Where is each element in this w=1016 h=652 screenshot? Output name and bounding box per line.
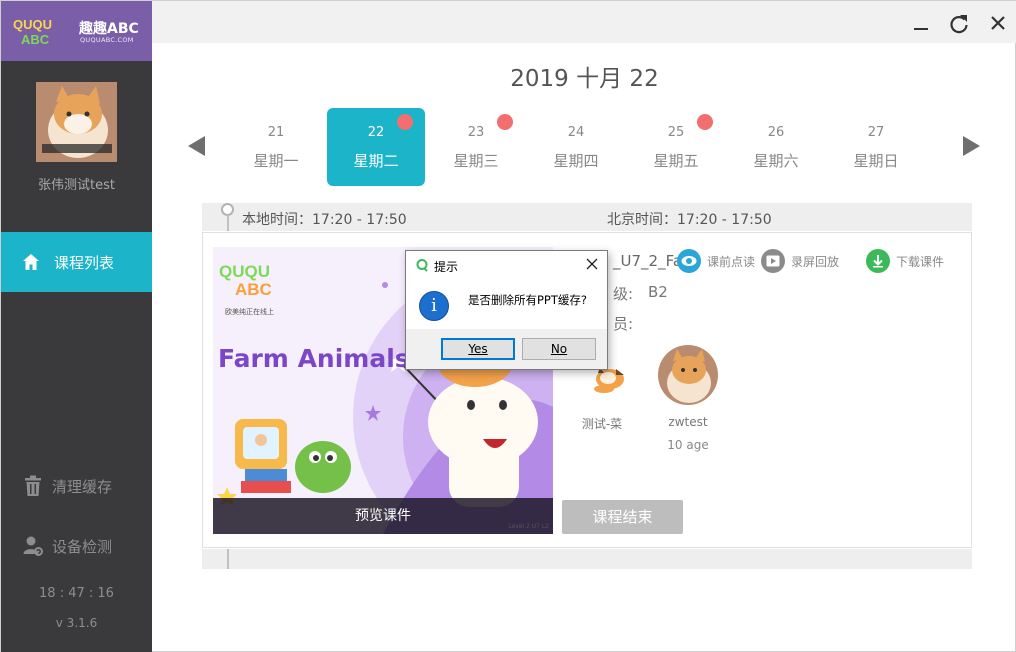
sidebar: QUQU ABC 趣趣ABC QUQUABC.COM 张伟测试test 课程列表… — [1, 1, 152, 652]
user-gear-icon — [23, 536, 43, 556]
home-icon — [23, 254, 39, 270]
local-time: 本地时间：17:20 - 17:50 — [242, 212, 407, 228]
clear-cache-button[interactable]: 清理缓存 — [1, 466, 152, 506]
lesson-indicator-dot — [697, 114, 713, 130]
dialog-no-button[interactable]: No — [522, 338, 596, 360]
dialog-message: 是否删除所有PPT缓存? — [468, 293, 587, 307]
member-age: 10 age — [667, 438, 709, 452]
timeline-line — [227, 549, 229, 569]
day-weekday: 星期四 — [553, 152, 599, 170]
lesson-indicator-dot — [497, 114, 513, 130]
title-bar — [152, 1, 1016, 43]
nav-course-list[interactable]: 课程列表 — [1, 232, 152, 292]
cover-level: Level 2 U7 L2 — [508, 523, 549, 530]
clock: 18 : 47 : 16 — [39, 586, 114, 601]
trash-icon — [25, 475, 41, 496]
cat-avatar-icon — [658, 345, 718, 405]
eye-icon — [677, 249, 701, 273]
download-icon — [866, 249, 890, 273]
next-week-arrow-icon[interactable] — [963, 136, 980, 156]
member-name: 测试-菜 — [581, 417, 623, 431]
app-version: v 3.1.6 — [55, 616, 98, 630]
member-name: zwtest — [668, 415, 708, 429]
app-window: QUQU ABC 趣趣ABC QUQUABC.COM 张伟测试test 课程列表… — [0, 0, 1016, 652]
member-item[interactable]: zwtest 10 age — [648, 345, 728, 452]
date-title: 2019 十月 22 — [510, 66, 659, 92]
beijing-time: 北京时间：17:20 - 17:50 — [607, 212, 772, 228]
timeline-line — [227, 215, 229, 231]
timeline-bottom — [202, 549, 972, 569]
grade-value: B2 — [648, 283, 668, 301]
day-weekday: 星期二 — [353, 152, 399, 170]
day-tab-23[interactable]: 23 星期三 — [427, 108, 525, 186]
replay-label: 录屏回放 — [791, 254, 840, 269]
download-label: 下载课件 — [896, 254, 945, 269]
day-number: 24 — [567, 125, 585, 140]
cat-avatar-icon — [36, 82, 117, 162]
preread-label: 课前点读 — [707, 254, 756, 269]
svg-text:ABC: ABC — [235, 280, 272, 299]
course-name: _U7_2_Fa — [613, 252, 683, 270]
svg-text:QUQU: QUQU — [13, 17, 52, 32]
day-weekday: 星期日 — [853, 152, 899, 170]
svg-text:QUQU: QUQU — [219, 262, 270, 281]
day-number: 21 — [267, 125, 285, 140]
day-tab-25[interactable]: 25 星期五 — [627, 108, 725, 186]
cover-title: Farm Animals — [218, 344, 410, 373]
day-number: 26 — [767, 125, 785, 140]
members-label: 员: — [613, 315, 634, 333]
day-tab-22[interactable]: 22 星期二 — [327, 108, 425, 186]
clear-cache-label: 清理缓存 — [52, 477, 113, 496]
user-name: 张伟测试test — [38, 178, 115, 193]
refresh-icon[interactable] — [947, 11, 971, 35]
day-weekday: 星期一 — [253, 152, 299, 170]
day-tab-26[interactable]: 26 星期六 — [727, 108, 825, 186]
download-courseware-button[interactable]: 下载课件 — [866, 249, 944, 273]
brand-url: QUQUABC.COM — [80, 36, 134, 44]
prev-week-arrow-icon[interactable] — [188, 136, 205, 156]
ququ-logo-icon: QUQU ABC — [13, 17, 52, 47]
day-weekday: 星期五 — [653, 152, 699, 170]
day-weekday: 星期三 — [453, 152, 499, 170]
close-icon[interactable] — [986, 11, 1010, 35]
play-video-icon — [761, 249, 785, 273]
day-tab-21[interactable]: 21 星期一 — [227, 108, 325, 186]
svg-text:ABC: ABC — [21, 32, 50, 47]
day-tab-27[interactable]: 27 星期日 — [827, 108, 925, 186]
confirm-dialog: 提示 i 是否删除所有PPT缓存? Yes No — [405, 250, 608, 370]
device-check-label: 设备检测 — [52, 537, 113, 556]
dialog-yes-label: Yes — [468, 342, 488, 356]
preread-button[interactable]: 课前点读 — [677, 249, 755, 273]
cover-subtitle: 欧美纯正在线上 — [225, 308, 274, 316]
day-tab-24[interactable]: 24 星期四 — [527, 108, 625, 186]
user-avatar[interactable] — [36, 82, 117, 162]
dialog-no-label: No — [550, 342, 568, 356]
replay-button[interactable]: 录屏回放 — [761, 249, 839, 273]
grade-label: 级: — [613, 285, 634, 303]
time-strip: 本地时间：17:20 - 17:50 北京时间：17:20 - 17:50 — [202, 203, 972, 231]
nav-course-list-label: 课程列表 — [54, 253, 115, 272]
dialog-titlebar: 提示 — [406, 251, 607, 279]
day-number: 27 — [867, 125, 885, 140]
end-course-button[interactable]: 课程结束 — [562, 500, 683, 534]
dialog-title: 提示 — [434, 260, 459, 274]
lesson-indicator-dot — [397, 114, 413, 130]
day-weekday: 星期六 — [753, 152, 799, 170]
dialog-body: i 是否删除所有PPT缓存? — [406, 279, 607, 329]
minimize-icon[interactable] — [909, 11, 933, 35]
brand-name: 趣趣ABC — [79, 21, 139, 37]
dialog-footer: Yes No — [406, 329, 607, 369]
member-avatar — [658, 345, 718, 405]
app-small-logo-icon — [416, 259, 428, 272]
dialog-close-icon[interactable] — [585, 257, 599, 271]
device-check-button[interactable]: 设备检测 — [1, 526, 152, 566]
preview-courseware-button[interactable]: 预览课件 — [213, 498, 553, 534]
brand-header: QUQU ABC 趣趣ABC QUQUABC.COM — [1, 1, 152, 61]
dialog-yes-button[interactable]: Yes — [441, 338, 515, 360]
info-icon: i — [419, 291, 449, 321]
